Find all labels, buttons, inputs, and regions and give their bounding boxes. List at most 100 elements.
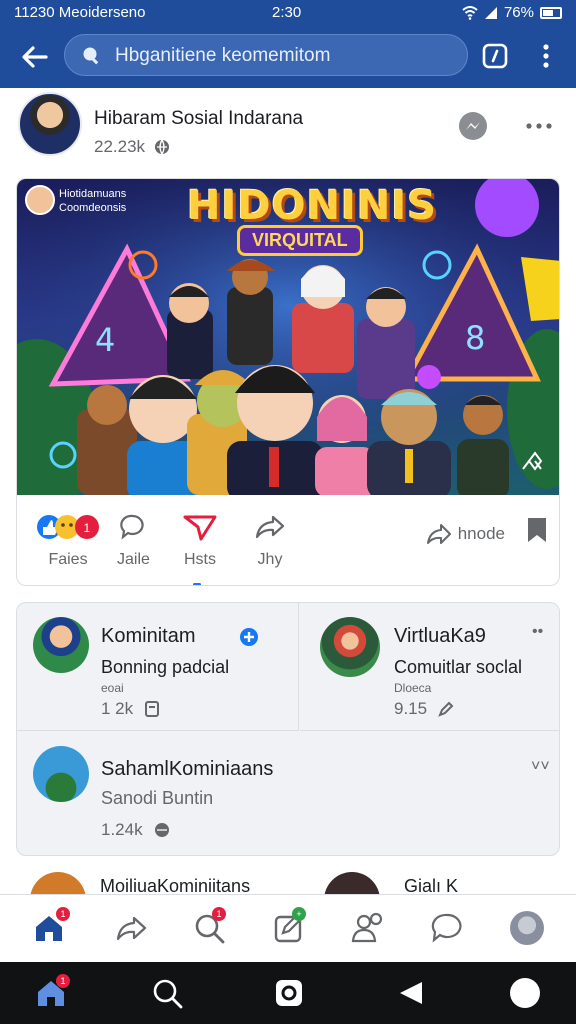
- forward-icon: [426, 524, 451, 544]
- reactions-button[interactable]: 1 Faies: [35, 513, 101, 569]
- tab-search[interactable]: 1: [192, 907, 226, 945]
- send-button[interactable]: Hsts: [183, 513, 217, 569]
- compass-icon[interactable]: [481, 42, 509, 70]
- suggestion-meta-count: 9.15: [394, 699, 428, 718]
- hero-caption: Hiotidamuans Coomdeonsis: [59, 187, 126, 215]
- search-input[interactable]: Hbganitiene keomemitom: [64, 34, 468, 76]
- notification-badge: 1: [56, 974, 70, 988]
- status-right: 76%: [462, 4, 562, 21]
- suggestion-avatar: [324, 872, 380, 896]
- more-vertical-icon[interactable]: [532, 42, 560, 70]
- share-label: Jhy: [257, 551, 283, 568]
- groups-icon: [351, 912, 383, 943]
- battery-percent: 76%: [503, 4, 534, 21]
- tab-messages[interactable]: [430, 911, 464, 945]
- page-icon: [145, 701, 160, 717]
- search-text: Hbganitiene keomemitom: [115, 45, 331, 66]
- tab-edit[interactable]: +: [272, 907, 306, 945]
- send-label: Hsts: [184, 551, 216, 568]
- suggestion-title[interactable]: Gialı K: [404, 876, 458, 896]
- search-icon[interactable]: [150, 976, 184, 1010]
- suggestion-subtitle: Comuitlar soclal: [394, 657, 523, 677]
- system-nav-bar: 1: [0, 962, 576, 1024]
- forward-label: hnode: [457, 524, 505, 543]
- bookmark-icon[interactable]: [527, 517, 547, 543]
- forward-button[interactable]: hnode: [426, 523, 505, 545]
- suggestion-avatar: [30, 872, 86, 896]
- suggestion-meta-count: 1 2k: [101, 699, 134, 718]
- suggestion-card[interactable]: SahamlKominiaans ˅˅ Sanodi Buntin 1.24k: [17, 732, 559, 855]
- suggestion-meta: 9.15: [394, 699, 455, 719]
- send-icon: [183, 515, 217, 541]
- nav-home-button[interactable]: 1: [34, 974, 70, 1010]
- share-button[interactable]: Jhy: [255, 513, 285, 569]
- comment-button[interactable]: Jaile: [117, 513, 150, 569]
- post-meta-count: 22.23k: [94, 137, 146, 156]
- square-nav-icon[interactable]: [272, 976, 306, 1010]
- hero-subtitle: VIRQUITAL: [237, 225, 363, 256]
- chevron-down-icon[interactable]: ˅˅: [531, 758, 550, 776]
- suggestion-meta-count: 1.24k: [101, 820, 143, 839]
- share-icon: [116, 916, 147, 941]
- hero-caption-avatar: [25, 185, 55, 215]
- back-nav-icon[interactable]: [394, 976, 428, 1010]
- svg-text:4: 4: [95, 321, 115, 359]
- suggestion-avatar: [33, 617, 89, 673]
- post-image[interactable]: 4 8 Hiotidamuans Coomdeonsis HIDONINIS V…: [17, 179, 559, 495]
- post-actions: 1 Faies Jaile Hsts Jhy hnode: [17, 495, 559, 585]
- suggestion-card[interactable]: VirtluaKa9 •• Comuitlar soclal Dloeca 9.…: [300, 603, 559, 731]
- suggestion-meta: 1 2k: [101, 699, 161, 719]
- suggestion-subtitle: Bonning padcial: [101, 657, 230, 677]
- chat-bubble-icon: [431, 913, 462, 943]
- app-header: 11230 Meoiderseno 2:30 76% Hbganitiene k…: [0, 0, 576, 88]
- wifi-icon: [462, 5, 478, 20]
- bottom-tab-bar: 1 1 +: [0, 894, 576, 962]
- signal-icon: [484, 6, 497, 19]
- suggestion-title: Kominitam: [101, 625, 196, 647]
- back-arrow-icon[interactable]: [18, 40, 52, 74]
- suggestion-small: Dloeca: [394, 681, 432, 695]
- verified-icon: [240, 628, 258, 646]
- globe-icon: [155, 139, 170, 156]
- suggestion-avatar: [320, 617, 380, 677]
- hero-caption-line1: Hiotidamuans: [59, 188, 127, 200]
- suggestion-avatar: [33, 746, 89, 802]
- battery-icon: [540, 6, 562, 19]
- reaction-icons: 1: [37, 515, 99, 539]
- tab-home[interactable]: 1: [32, 907, 70, 945]
- tab-profile[interactable]: [510, 911, 544, 945]
- suggestion-small: eoai: [101, 681, 124, 695]
- notification-badge: +: [292, 907, 306, 921]
- hero-title: HIDONINIS: [187, 183, 438, 229]
- profile-avatar-icon: [510, 911, 544, 945]
- suggestion-title: VirtluaKa9: [394, 625, 486, 647]
- more-horizontal-icon[interactable]: ••: [532, 623, 543, 641]
- status-time: 2:30: [272, 4, 302, 21]
- status-left-text: 11230 Meoiderseno: [14, 4, 146, 21]
- notification-badge: 1: [56, 907, 70, 921]
- post-author-name[interactable]: Hibaram Sosial Indarana: [94, 108, 303, 130]
- post-card: 4 8 Hiotidamuans Coomdeonsis HIDONINIS V…: [16, 178, 560, 586]
- suggestion-title: SahamlKominiaans: [101, 758, 274, 780]
- globe-icon: [154, 823, 169, 837]
- more-horizontal-icon[interactable]: [524, 118, 554, 134]
- comment-icon: [120, 514, 145, 540]
- svg-text:8: 8: [465, 319, 485, 357]
- suggestion-meta: 1.24k: [101, 820, 171, 840]
- suggestion-card[interactable]: Kominitam Bonning padcial eoai 1 2k: [17, 603, 299, 731]
- suggestion-title[interactable]: MoiliuaKominiitans: [100, 876, 250, 896]
- home-circle-nav-icon[interactable]: [508, 976, 542, 1010]
- status-bar: 11230 Meoiderseno 2:30 76%: [0, 0, 576, 26]
- tab-share[interactable]: [114, 911, 148, 945]
- svg-text:1: 1: [84, 521, 91, 535]
- notification-badge: 1: [212, 907, 226, 921]
- next-suggestions-row: MoiliuaKominiitans Gialı K: [0, 872, 576, 896]
- messenger-icon[interactable]: [456, 110, 490, 144]
- edit-icon: [438, 701, 454, 717]
- comment-label: Jaile: [117, 551, 150, 568]
- tab-groups[interactable]: [350, 911, 384, 945]
- post-author-avatar[interactable]: [18, 92, 82, 156]
- suggestions-grid: Kominitam Bonning padcial eoai 1 2k Virt…: [16, 602, 560, 856]
- reactions-label: Faies: [48, 551, 88, 568]
- active-indicator: [193, 583, 201, 585]
